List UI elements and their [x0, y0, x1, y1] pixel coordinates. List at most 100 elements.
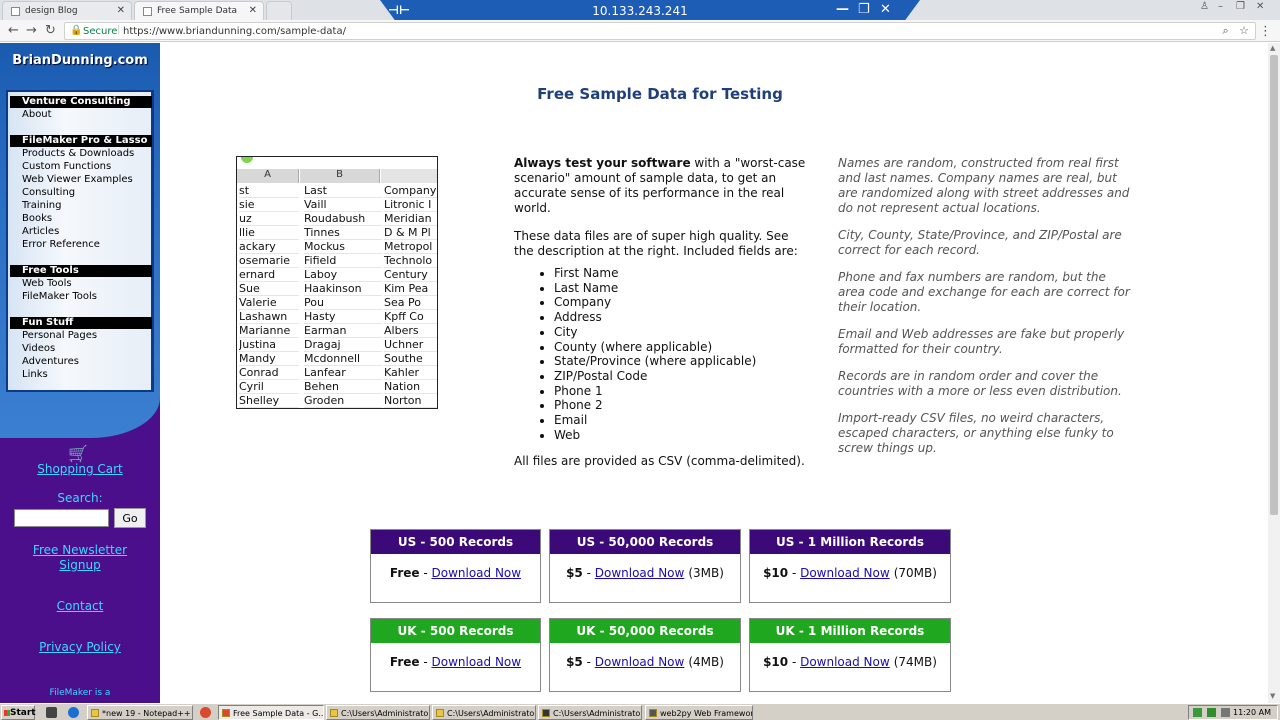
- task-explorer-3[interactable]: C:\Users\Administrator\...: [538, 705, 642, 720]
- field-list-item: County (where applicable): [554, 340, 806, 355]
- sheet-cell: Groden: [304, 394, 382, 408]
- sidebar-item-filemaker-tools[interactable]: FileMaker Tools: [22, 291, 97, 303]
- task-label: C:\Users\Administrator\...: [553, 709, 641, 718]
- sheet-cell: Southe: [384, 352, 437, 366]
- minimize-icon[interactable]: —: [836, 2, 849, 17]
- sidebar-item-about[interactable]: About: [22, 109, 52, 121]
- sheet-col-b-header: B: [300, 169, 380, 183]
- forward-icon[interactable]: →: [26, 23, 37, 38]
- tab-title: Free Sample Data: [157, 6, 238, 16]
- cart-icon[interactable]: 🛒: [68, 444, 88, 463]
- close-icon[interactable]: ✕: [880, 2, 891, 17]
- sidebar-item-personal-pages[interactable]: Personal Pages: [22, 330, 97, 342]
- restore-icon[interactable]: ❐: [858, 2, 870, 17]
- minimize-icon[interactable]: –: [1218, 1, 1223, 12]
- download-box-title: US - 50,000 Records: [550, 530, 740, 554]
- sheet-cell: Norton: [384, 394, 437, 408]
- search-input[interactable]: [14, 509, 109, 527]
- sidebar-item-articles[interactable]: Articles: [22, 226, 59, 238]
- download-box: UK - 1 Million Records $10 - Download Now…: [749, 618, 951, 692]
- nav-heading-free-tools[interactable]: Free Tools: [10, 265, 152, 277]
- scroll-down-icon[interactable]: ▼: [1270, 692, 1275, 700]
- back-icon[interactable]: ←: [8, 23, 19, 38]
- field-list-item: Web: [554, 428, 806, 443]
- sheet-cell: Kim Pea: [384, 282, 437, 296]
- intro-bold: Always test your software: [514, 156, 691, 170]
- page-scrollbar[interactable]: ▲ ▼: [1268, 43, 1280, 703]
- start-button[interactable]: Start: [1, 705, 36, 720]
- sidebar-item-videos[interactable]: Videos: [22, 343, 55, 355]
- nav-heading-filemaker[interactable]: FileMaker Pro & Lasso: [10, 135, 152, 147]
- sidebar-item-products[interactable]: Products & Downloads: [22, 148, 134, 160]
- network-icon[interactable]: [1193, 708, 1202, 717]
- download-box-body: Free - Download Now: [371, 566, 540, 580]
- restore-icon[interactable]: ❐: [1236, 1, 1245, 12]
- field-list-item: Phone 2: [554, 398, 806, 413]
- download-now-link[interactable]: Download Now: [800, 655, 890, 669]
- star-icon[interactable]: ☆: [1239, 24, 1249, 37]
- download-now-link[interactable]: Download Now: [431, 655, 521, 669]
- newsletter-link[interactable]: Free Newsletter Signup: [0, 543, 160, 573]
- pin-icon[interactable]: ⊣⊢: [388, 3, 410, 17]
- security-icon[interactable]: [1207, 708, 1216, 717]
- chrome-icon[interactable]: [200, 707, 211, 718]
- task-explorer-1[interactable]: C:\Users\Administrator\...: [326, 705, 430, 720]
- sidebar-item-books[interactable]: Books: [22, 213, 52, 225]
- download-now-link[interactable]: Download Now: [595, 566, 685, 580]
- url-input[interactable]: 🔒 Secure | https://www.briandunning.com/…: [64, 22, 1256, 40]
- download-now-link[interactable]: Download Now: [800, 566, 890, 580]
- shopping-cart-link[interactable]: Shopping Cart: [0, 462, 160, 477]
- reload-icon[interactable]: ↻: [45, 23, 56, 38]
- sidebar-item-links[interactable]: Links: [22, 369, 48, 381]
- menu-icon[interactable]: ⋮: [1259, 24, 1272, 39]
- sheet-cell: uz: [239, 212, 299, 226]
- sidebar-item-error-reference[interactable]: Error Reference: [22, 239, 100, 251]
- go-button[interactable]: Go: [114, 508, 146, 528]
- task-web2py[interactable]: web2py Web Framework: [645, 705, 753, 720]
- price-separator: -: [419, 655, 432, 669]
- field-list: First NameLast NameCompanyAddressCityCou…: [554, 266, 806, 442]
- volume-icon[interactable]: [1221, 708, 1230, 717]
- sidebar-item-custom-functions[interactable]: Custom Functions: [22, 161, 111, 173]
- nav-heading-fun-stuff[interactable]: Fun Stuff: [10, 317, 152, 329]
- close-icon[interactable]: ✕: [1256, 1, 1264, 12]
- sidebar-item-adventures[interactable]: Adventures: [22, 356, 79, 368]
- nav-heading-venture[interactable]: Venture Consulting: [10, 96, 152, 108]
- terminal-icon[interactable]: [46, 707, 57, 718]
- sidebar-item-consulting[interactable]: Consulting: [22, 187, 75, 199]
- sidebar-item-web-viewer[interactable]: Web Viewer Examples: [22, 174, 133, 186]
- note-paragraph: Records are in random order and cover th…: [838, 369, 1122, 398]
- sheet-cell: Pou: [304, 296, 382, 310]
- task-notepad[interactable]: *new 19 - Notepad++ [...: [87, 705, 193, 720]
- task-label: C:\Users\Administrator\...: [447, 709, 535, 718]
- download-box-body: Free - Download Now: [371, 655, 540, 669]
- close-icon[interactable]: ✕: [249, 5, 257, 16]
- privacy-policy-link[interactable]: Privacy Policy: [0, 640, 160, 655]
- sheet-cell: ackary: [239, 240, 299, 254]
- task-explorer-2[interactable]: C:\Users\Administrator\...: [432, 705, 536, 720]
- download-now-link[interactable]: Download Now: [595, 655, 685, 669]
- field-list-item: City: [554, 325, 806, 340]
- sidebar-item-training[interactable]: Training: [22, 200, 61, 212]
- ie-icon[interactable]: [68, 707, 79, 718]
- tab-design-blog[interactable]: design Blog ✕: [2, 1, 132, 20]
- tab-free-sample-data[interactable]: Free Sample Data ✕: [134, 1, 264, 20]
- sheet-cell: Krenzke: [304, 408, 382, 409]
- close-icon[interactable]: ✕: [117, 5, 125, 16]
- contact-link[interactable]: Contact: [0, 599, 160, 614]
- site-logo[interactable]: BrianDunning.com: [0, 53, 160, 68]
- scroll-thumb[interactable]: [1270, 55, 1278, 515]
- download-price: Free: [389, 655, 420, 669]
- note-paragraph: City, County, State/Province, and ZIP/Po…: [838, 228, 1122, 257]
- download-now-link[interactable]: Download Now: [431, 566, 521, 580]
- zoom-icon[interactable]: ⌕: [1222, 24, 1228, 37]
- user-icon[interactable]: ♙: [1200, 1, 1209, 12]
- download-box-body: $10 - Download Now (74MB): [750, 655, 950, 669]
- spreadsheet-image: A B st Last Company sie Vaill Litronic I uz Rou…: [236, 156, 438, 409]
- sidebar-nav: Venture Consulting About FileMaker Pro &…: [6, 90, 154, 392]
- sidebar-item-web-tools[interactable]: Web Tools: [22, 278, 72, 290]
- task-chrome[interactable]: Free Sample Data - G...: [218, 705, 324, 720]
- sheet-cell: [239, 408, 299, 409]
- scroll-up-icon[interactable]: ▲: [1270, 44, 1275, 52]
- new-tab-button[interactable]: [266, 1, 292, 20]
